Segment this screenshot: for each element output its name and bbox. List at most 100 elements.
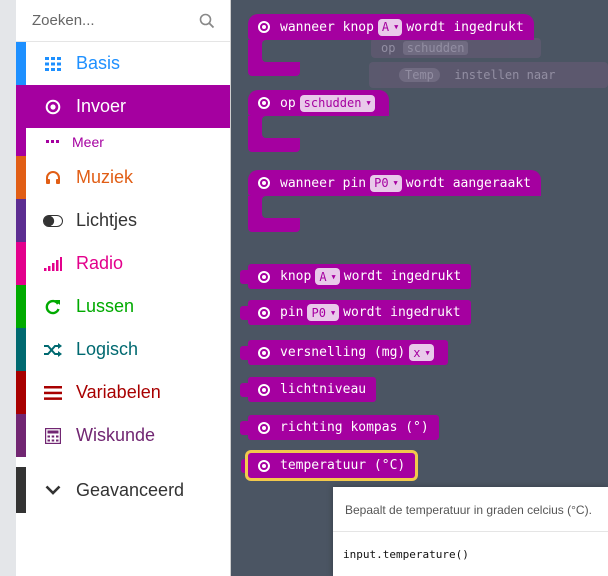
button-dropdown[interactable]: A ▼ [315,268,340,285]
block-text: pin [280,305,304,320]
category-geavanceerd[interactable]: Geavanceerd [16,467,230,513]
block-text: wanneer knop [280,19,374,35]
button-is-pressed-block[interactable]: knop A ▼ wordt ingedrukt [248,264,472,289]
headphones-icon [40,170,66,185]
dropdown-value: x [413,345,421,360]
category-label: Meer [72,134,104,150]
category-radio[interactable]: Radio [16,242,230,285]
search-icon[interactable] [198,12,216,30]
block-statement-slot [262,196,300,218]
category-label: Lichtjes [76,210,138,230]
ghost-text: schudden [402,41,469,55]
on-button-pressed-block[interactable]: wanneer knop A ▼ wordt ingedrukt [248,14,534,40]
category-wiskunde[interactable]: Wiskunde [16,414,230,457]
dropdown-arrow-icon: ▼ [366,99,371,107]
block-text: lichtniveau [280,382,367,397]
input-icon [258,21,270,33]
input-icon [258,346,270,359]
reporter-connector [240,306,248,320]
block-text: wanneer pin [280,175,367,191]
block-statement-slot [262,116,300,138]
ghost-text: op [381,41,396,55]
block-text: op [280,95,296,111]
category-basis[interactable]: Basis [16,42,230,85]
light-level-block[interactable]: lichtniveau [248,377,377,402]
category-meer[interactable]: Meer [16,128,230,156]
acceleration-block[interactable]: versnelling (mg) x ▼ [248,340,448,365]
dropdown-value: P0 [311,305,326,320]
input-icon [258,177,270,189]
on-pin-pressed-block[interactable]: wanneer pin P0 ▼ wordt aangeraakt [248,170,541,196]
dropdown-value: A [381,20,390,34]
category-invoer[interactable]: Invoer [16,85,230,128]
signal-bars-icon [40,256,66,271]
on-gesture-block[interactable]: op schudden ▼ [248,90,389,116]
chevron-down-icon [40,485,66,495]
block-text: wordt aangeraakt [405,175,531,191]
tooltip-description: Bepaalt de temperatuur in graden celcius… [345,503,592,517]
calculator-icon [40,427,66,444]
reporter-connector [240,270,248,284]
category-label: Wiskunde [76,425,156,445]
block-statement-slot [262,40,300,62]
dropdown-arrow-icon: ▼ [330,308,336,317]
category-label: Basis [76,53,121,73]
dropdown-arrow-icon: ▼ [393,179,398,187]
category-label: Invoer [76,96,127,116]
temperature-block[interactable]: temperatuur (°C) [248,453,416,478]
shuffle-icon [40,342,66,357]
dropdown-value: schudden [303,96,362,110]
dropdown-value: P0 [374,176,389,190]
reporter-connector [240,421,248,435]
radio-button-icon [40,99,66,115]
category-lussen[interactable]: Lussen [16,285,230,328]
toggle-icon [40,214,66,227]
reporter-connector [240,346,248,360]
block-text: knop [280,269,312,284]
tooltip-code: input.temperature() [343,548,469,561]
ellipsis-icon [40,140,66,144]
pin-dropdown[interactable]: P0 ▼ [307,304,340,321]
input-icon [258,421,270,434]
block-tooltip: Bepaalt de temperatuur in graden celcius… [333,487,608,576]
dimension-dropdown[interactable]: x ▼ [409,344,434,361]
input-icon [258,383,270,396]
category-label: Logisch [76,339,139,359]
input-icon [258,306,270,319]
search-bar[interactable]: Zoeken... [16,0,230,42]
category-label: Muziek [76,167,134,187]
category-label: Lussen [76,296,135,316]
search-input[interactable]: Zoeken... [32,12,198,29]
category-label: Geavanceerd [76,479,185,500]
ghost-set-temp-block: Temp instellen naar [369,62,608,88]
pin-is-pressed-block[interactable]: pin P0 ▼ wordt ingedrukt [248,300,471,325]
ghost-text: Temp [399,68,440,82]
block-text: wordt ingedrukt [343,305,461,320]
category-label: Variabelen [76,382,161,402]
dropdown-arrow-icon: ▼ [331,272,336,281]
toolbox: Zoeken... Basis Invoer Meer Muziek Licht… [16,0,231,576]
input-icon [258,97,270,109]
block-text: richting kompas (°) [280,420,429,435]
category-label: Radio [76,253,124,273]
category-logisch[interactable]: Logisch [16,328,230,371]
button-dropdown[interactable]: A ▼ [377,18,403,36]
category-muziek[interactable]: Muziek [16,156,230,199]
grid-icon [40,56,66,71]
input-icon [258,270,270,283]
block-text: versnelling (mg) [280,345,406,360]
compass-heading-block[interactable]: richting kompas (°) [248,415,439,440]
category-lichtjes[interactable]: Lichtjes [16,199,230,242]
category-variabelen[interactable]: Variabelen [16,371,230,414]
dropdown-arrow-icon: ▼ [425,348,430,357]
list-lines-icon [40,385,66,400]
block-text: wordt ingedrukt [406,19,524,35]
input-icon [258,459,270,472]
ghost-text: instellen naar [454,68,556,82]
dropdown-arrow-icon: ▼ [394,23,399,31]
reporter-connector [240,383,248,397]
ghost-on-shake-block: op schudden [371,38,541,58]
gesture-dropdown[interactable]: schudden ▼ [299,94,375,112]
pin-dropdown[interactable]: P0 ▼ [370,174,402,192]
block-text: wordt ingedrukt [343,269,462,284]
